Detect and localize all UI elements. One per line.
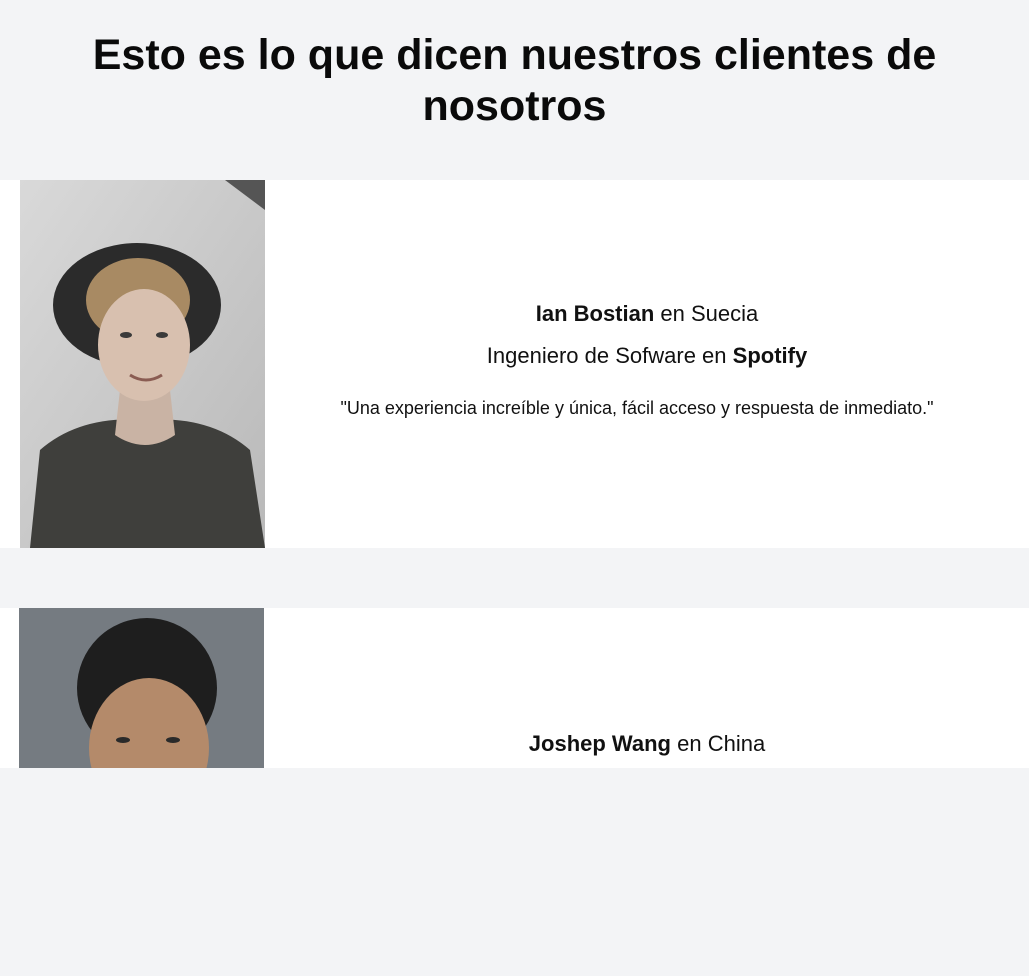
customer-role: Ingeniero de Sofware en Spotify [265, 340, 1029, 372]
customer-photo [20, 180, 265, 548]
customer-name: Joshep Wang [528, 731, 671, 756]
customer-name-location: Joshep Wang en China [265, 728, 1029, 760]
testimonial-card: Ian Bostian en Suecia Ingeniero de Sofwa… [0, 180, 1029, 548]
customer-name: Ian Bostian [535, 301, 655, 326]
testimonial-quote: "Una experiencia increíble y única, fáci… [340, 398, 934, 418]
customer-photo [19, 608, 264, 976]
customer-location: Suecia [691, 301, 759, 326]
customer-location: China [707, 731, 766, 756]
page-title: Esto es lo que dicen nuestros clientes d… [92, 31, 937, 130]
testimonial-info: Ian Bostian en Suecia Ingeniero de Sofwa… [265, 298, 1029, 420]
customer-name-location: Ian Bostian en Suecia [265, 298, 1029, 330]
testimonial-card: Joshep Wang en China [0, 608, 1029, 768]
location-connector: en [654, 301, 691, 326]
testimonial-info: Joshep Wang en China [265, 728, 1029, 760]
location-connector: en [671, 731, 708, 756]
testimonials-header: Esto es lo que dicen nuestros clientes d… [0, 0, 1029, 180]
customer-job-title: Ingeniero de Sofware en [486, 343, 733, 368]
customer-company: Spotify [732, 343, 808, 368]
